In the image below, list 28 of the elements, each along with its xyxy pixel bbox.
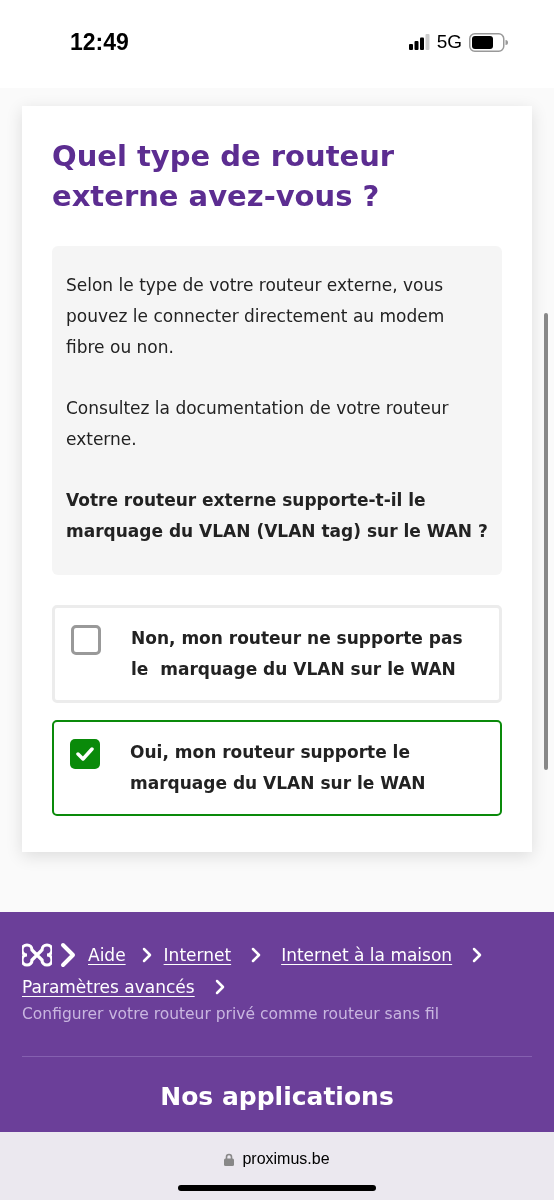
- url-text[interactable]: proximus.be: [242, 1147, 330, 1171]
- chevron-icon: [141, 947, 152, 963]
- breadcrumb-link[interactable]: Internet à la maison: [281, 942, 453, 968]
- checkbox[interactable]: [70, 739, 100, 769]
- section-heading: Nos applications: [159, 1081, 395, 1113]
- signal-icon: [408, 34, 430, 50]
- check-icon: [76, 747, 94, 761]
- option-label: Oui, mon routeur supporte le marquage du VLAN sur le WAN: [130, 741, 427, 795]
- checkbox[interactable]: [71, 625, 101, 655]
- breadcrumb-link[interactable]: Internet: [163, 942, 232, 968]
- chevron-icon: [251, 947, 262, 963]
- info-text: Consultez la documentation de votre routeur externe.: [66, 397, 450, 451]
- option-label: Non, mon routeur ne supporte pas le marquage du VLAN sur le WAN: [131, 627, 464, 681]
- chevron-icon: [214, 979, 225, 995]
- lock-icon: [224, 1152, 235, 1166]
- chevron-icon: [472, 947, 483, 963]
- status-time: 12:49: [70, 27, 129, 57]
- page-title: Quel type de routeur externe avez-vous ?: [52, 138, 396, 215]
- current-page-text: Configurer votre routeur privé comme routeur sans fil: [22, 1004, 441, 1025]
- option-card[interactable]: Oui, mon routeur supporte le marquage du VLAN sur le WAN: [52, 720, 502, 816]
- option-card[interactable]: Non, mon routeur ne supporte pas le marquage du VLAN sur le WAN: [52, 605, 502, 703]
- question-text: Votre routeur externe supporte-t-il le marquage du VLAN (VLAN tag) sur le WAN ?: [66, 489, 488, 543]
- breadcrumb-link[interactable]: Paramètres avancés: [22, 974, 195, 1000]
- battery-icon: [469, 32, 508, 52]
- chevron-icon: [60, 942, 76, 968]
- info-text: Selon le type de votre routeur externe, vous pouvez le connecter directement au modem fibre ou non.: [66, 274, 446, 359]
- breadcrumb-link[interactable]: Aide: [88, 942, 126, 968]
- network-label: 5G: [436, 29, 462, 54]
